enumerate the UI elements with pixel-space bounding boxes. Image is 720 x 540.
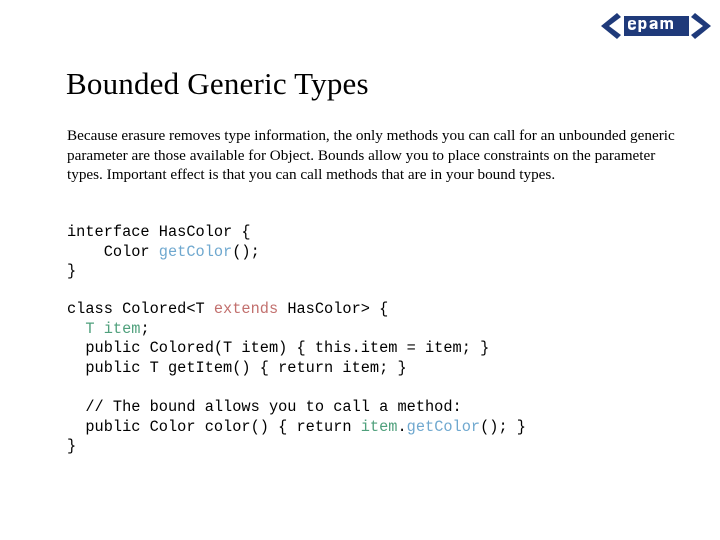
code-token-default: Color [67,242,159,261]
code-token-default [67,320,85,338]
code-line: } [67,262,260,282]
epam-logo [600,8,712,44]
body-paragraph: Because erasure removes type information… [67,127,675,183]
code-token-default: HasColor> { [278,300,389,318]
code-token-type: item [360,417,398,436]
code-token-method: getColor [406,417,481,436]
code-block-class-colored: class Colored<T extends HasColor> { T it… [67,300,526,457]
code-line: } [67,437,526,457]
slide-canvas: Bounded Generic Types Because erasure re… [0,0,720,540]
code-token-default: public T getItem() { return item; } [67,358,407,377]
code-token-default: . [397,417,407,436]
code-token-default: class Colored<T [67,300,214,318]
code-token-method: getColor [158,242,233,261]
code-token-keyword: extends [213,300,279,318]
slide-title: Bounded Generic Types [66,66,369,101]
code-token-default: } [67,262,77,281]
code-token-default: // The bound allows you to call a method… [67,397,462,416]
epam-logo-icon [601,13,711,39]
code-token-default: public Colored(T item) { this.item = ite… [67,339,490,358]
code-token-default: ; [140,319,150,338]
code-line: public T getItem() { return item; } [67,359,526,379]
code-line: interface HasColor { [67,223,260,243]
code-line: class Colored<T extends HasColor> { [67,300,526,320]
code-block-interface-hascolor: interface HasColor { Color getColor();} [67,223,260,282]
code-line: T item; [67,320,526,340]
code-line: public Colored(T item) { this.item = ite… [67,339,526,359]
code-token-default: (); } [480,417,526,436]
code-line: public Color color() { return item.getCo… [67,418,526,438]
code-token-default: (); [232,242,260,261]
code-line: Color getColor(); [67,243,260,263]
code-line: // The bound allows you to call a method… [67,398,526,418]
code-token-type: T item [85,319,141,338]
code-token-default: interface HasColor { [67,223,251,241]
code-token-default: } [67,437,77,456]
code-token-default: public Color color() { return [67,417,361,436]
